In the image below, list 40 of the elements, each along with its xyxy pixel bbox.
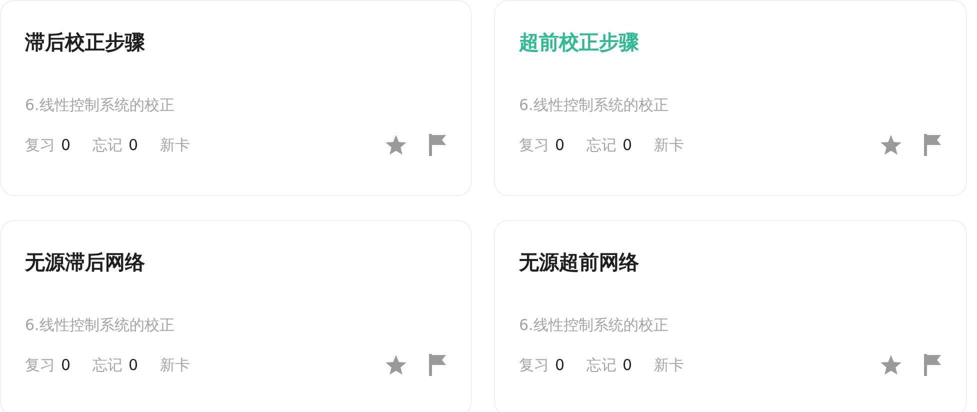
stat-label: 新卡 xyxy=(654,135,684,156)
stat-label: 新卡 xyxy=(160,135,190,156)
stat-label: 复习 xyxy=(519,135,549,156)
star-icon[interactable] xyxy=(385,134,407,156)
stat-count: 0 xyxy=(622,355,632,376)
chapter-label: 6.线性控制系统的校正 xyxy=(25,315,174,336)
stat-count: 0 xyxy=(555,135,565,156)
stat-count: 0 xyxy=(622,135,632,156)
deck-card[interactable]: 滞后校正步骤 6.线性控制系统的校正 复习 0 忘记 0 新卡 xyxy=(0,0,472,196)
stat-count: 0 xyxy=(61,135,71,156)
star-icon[interactable] xyxy=(880,354,902,376)
stat-count: 0 xyxy=(128,135,138,156)
stat-label: 忘记 xyxy=(92,355,123,376)
card-title: 滞后校正步骤 xyxy=(25,29,145,55)
chapter-label: 6.线性控制系统的校正 xyxy=(519,315,668,336)
card-title: 超前校正步骤 xyxy=(519,29,639,55)
stat-count: 0 xyxy=(61,355,71,376)
deck-card[interactable]: 超前校正步骤 6.线性控制系统的校正 复习 0 忘记 0 新卡 xyxy=(494,0,967,196)
card-title: 无源超前网络 xyxy=(519,249,639,275)
flag-icon[interactable] xyxy=(429,354,447,376)
stat-count: 0 xyxy=(128,355,138,376)
stat-label: 忘记 xyxy=(586,135,617,156)
deck-card[interactable]: 无源滞后网络 6.线性控制系统的校正 复习 0 忘记 0 新卡 xyxy=(0,220,472,412)
stat-label: 复习 xyxy=(25,135,55,156)
stat-count: 0 xyxy=(555,355,565,376)
stat-label: 新卡 xyxy=(654,355,684,376)
flag-icon[interactable] xyxy=(924,134,942,156)
stat-label: 新卡 xyxy=(160,355,190,376)
stat-label: 复习 xyxy=(25,355,55,376)
chapter-label: 6.线性控制系统的校正 xyxy=(519,95,668,116)
card-title: 无源滞后网络 xyxy=(25,249,145,275)
stat-label: 复习 xyxy=(519,355,549,376)
star-icon[interactable] xyxy=(385,354,407,376)
flag-icon[interactable] xyxy=(429,134,447,156)
star-icon[interactable] xyxy=(880,134,902,156)
chapter-label: 6.线性控制系统的校正 xyxy=(25,95,174,116)
flag-icon[interactable] xyxy=(924,354,942,376)
stat-label: 忘记 xyxy=(586,355,617,376)
stat-label: 忘记 xyxy=(92,135,123,156)
deck-card[interactable]: 无源超前网络 6.线性控制系统的校正 复习 0 忘记 0 新卡 xyxy=(494,220,967,412)
